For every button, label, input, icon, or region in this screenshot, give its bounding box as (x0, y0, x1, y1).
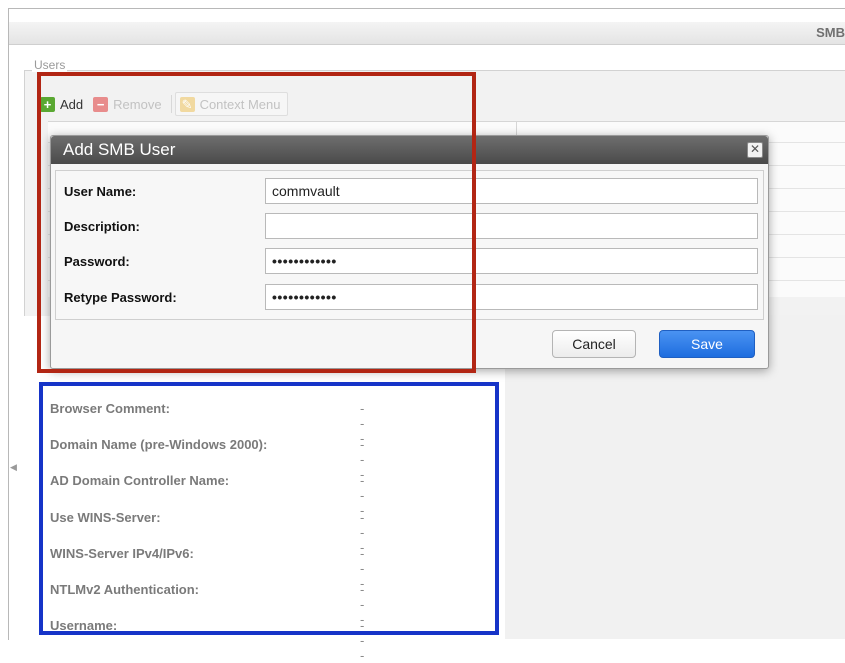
blue-annotation-box (39, 382, 499, 635)
users-panel-label: Users (32, 58, 68, 72)
red-annotation-box (37, 72, 476, 373)
cancel-button[interactable]: Cancel (552, 330, 636, 358)
collapse-arrow-icon[interactable]: ◀ (10, 462, 17, 473)
close-icon[interactable]: ✕ (747, 142, 763, 158)
section-title: SMB (816, 25, 845, 40)
section-header-bar: SMB (9, 22, 845, 45)
save-button[interactable]: Save (659, 330, 755, 358)
